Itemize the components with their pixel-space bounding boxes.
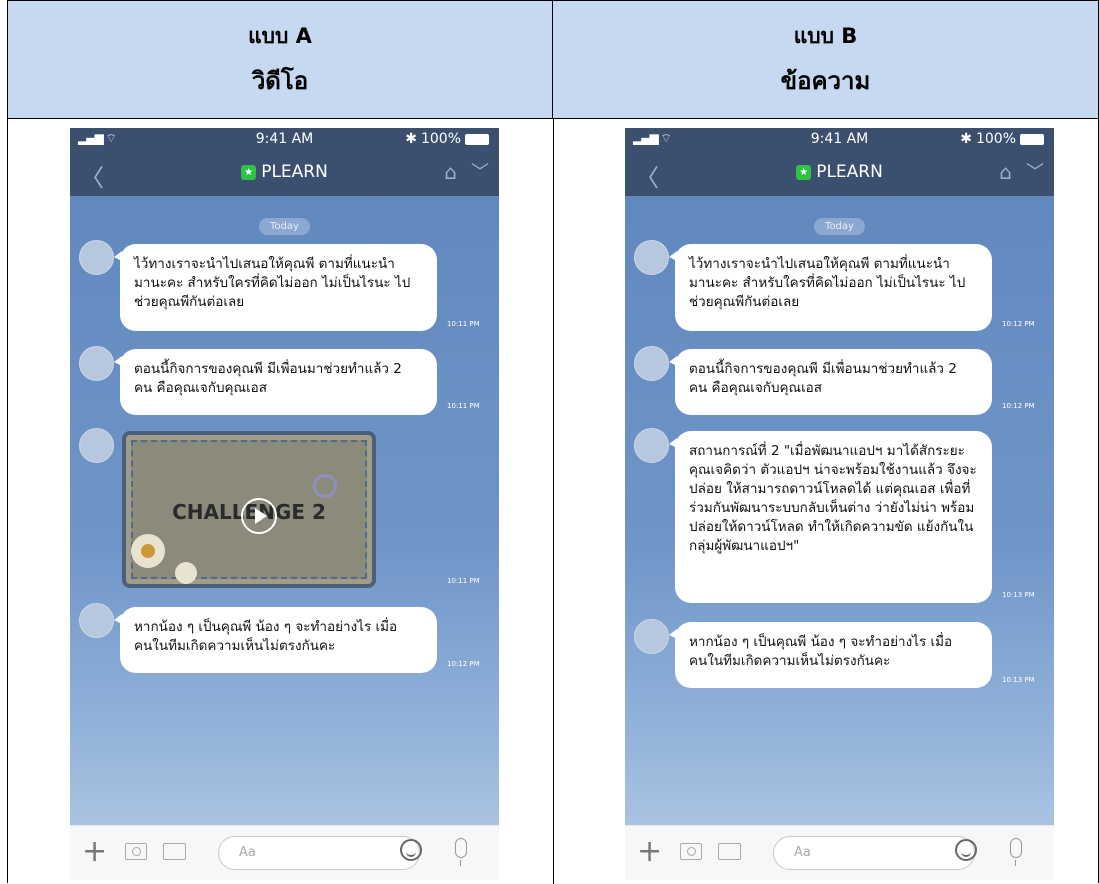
camera-icon[interactable] (125, 843, 147, 860)
home-icon[interactable]: ⌂ (444, 160, 457, 184)
date-separator: Today (625, 214, 1054, 235)
avatar[interactable] (634, 428, 669, 463)
chat-header: 〈 ★ PLEARN ⌂ ﹀ (70, 150, 499, 196)
bluetooth-icon: ✱ (960, 131, 972, 147)
message-time: 10:12 PM (447, 660, 480, 668)
status-bar: ▂▄▆ ⌔ 9:41 AM ✱ 100% (625, 128, 1054, 150)
battery-status: ✱ 100% (405, 131, 489, 147)
status-bar: ▂▄▆ ⌔ 9:41 AM ✱ 100% (70, 128, 499, 150)
avatar[interactable] (79, 346, 114, 381)
phone-screen-a: ▂▄▆ ⌔ 9:41 AM ✱ 100% 〈 ★ PLEARN ⌂ ﹀ Today… (70, 128, 499, 880)
chat-header: 〈 ★ PLEARN ⌂ ﹀ (625, 150, 1054, 196)
message-time: 10:11 PM (447, 402, 480, 410)
input-placeholder: Aa (239, 845, 256, 860)
avatar[interactable] (634, 240, 669, 275)
emoji-icon[interactable] (400, 839, 422, 861)
chevron-down-icon[interactable]: ﹀ (471, 158, 489, 184)
message-bubble: ตอนนี้กิจการของคุณพี มีเพื่อนมาช่วยทำแล้… (669, 349, 992, 415)
verified-shield-icon: ★ (796, 164, 812, 180)
emoji-icon[interactable] (955, 839, 977, 861)
video-message[interactable]: CHALLENGE 2 (122, 431, 376, 588)
battery-percent: 100% (975, 131, 1016, 147)
input-placeholder: Aa (794, 845, 811, 860)
chat-title-text: PLEARN (261, 162, 328, 182)
message-bubble: หากน้อง ๆ เป็นคุณพี น้อง ๆ จะทำอย่างไร เ… (669, 622, 992, 688)
message-bubble: ไว้ทางเราจะนำไปเสนอให้คุณพี ตามที่แนะนำ … (669, 244, 992, 331)
flower-decoration (131, 534, 165, 568)
battery-icon (1020, 133, 1044, 145)
battery-icon (465, 133, 489, 145)
verified-shield-icon: ★ (241, 164, 257, 180)
image-icon[interactable] (163, 843, 186, 860)
microphone-icon[interactable] (1010, 838, 1022, 866)
camera-icon[interactable] (680, 843, 702, 860)
message-input[interactable]: Aa (218, 836, 420, 870)
message-time: 10:12 PM (1002, 402, 1035, 410)
microphone-icon[interactable] (455, 838, 467, 866)
message-bubble: สถานการณ์ที่ 2 "เมื่อพัฒนาแอปฯ มาได้สักร… (669, 431, 992, 603)
column-b-header: แบบ B ข้อความ (553, 1, 1098, 119)
date-separator: Today (70, 214, 499, 235)
message-bubble: ตอนนี้กิจการของคุณพี มีเพื่อนมาช่วยทำแล้… (114, 349, 437, 415)
column-a-label: แบบ A (248, 23, 312, 48)
message-time: 10:13 PM (1002, 676, 1035, 684)
message-time: 10:13 PM (1002, 591, 1035, 599)
image-icon[interactable] (718, 843, 741, 860)
message-time: 10:11 PM (447, 320, 480, 328)
avatar[interactable] (79, 428, 114, 463)
bluetooth-icon: ✱ (405, 131, 417, 147)
input-bar: + Aa (70, 825, 499, 880)
chat-title-text: PLEARN (816, 162, 883, 182)
play-icon[interactable] (241, 498, 277, 534)
column-a-header: แบบ A วิดีโอ (8, 1, 553, 119)
avatar[interactable] (79, 240, 114, 275)
battery-percent: 100% (420, 131, 461, 147)
column-divider (553, 119, 554, 884)
avatar[interactable] (634, 619, 669, 654)
plus-icon[interactable]: + (637, 834, 662, 869)
plus-icon[interactable]: + (82, 834, 107, 869)
message-input[interactable]: Aa (773, 836, 975, 870)
battery-status: ✱ 100% (960, 131, 1044, 147)
message-time: 10:11 PM (447, 577, 480, 585)
message-bubble: ไว้ทางเราจะนำไปเสนอให้คุณพี ตามที่แนะนำ … (114, 244, 437, 331)
avatar[interactable] (79, 603, 114, 638)
input-bar: + Aa (625, 825, 1054, 880)
chat-title: ★ PLEARN (70, 162, 499, 182)
chat-title: ★ PLEARN (625, 162, 1054, 182)
chevron-down-icon[interactable]: ﹀ (1026, 158, 1044, 184)
column-b-title: ข้อความ (780, 66, 871, 95)
home-icon[interactable]: ⌂ (999, 160, 1012, 184)
phone-screen-b: ▂▄▆ ⌔ 9:41 AM ✱ 100% 〈 ★ PLEARN ⌂ ﹀ Today… (625, 128, 1054, 880)
magnifier-decoration (313, 474, 337, 498)
flower-decoration (175, 562, 197, 584)
message-bubble: หากน้อง ๆ เป็นคุณพี น้อง ๆ จะทำอย่างไร เ… (114, 607, 437, 673)
column-a-title: วิดีโอ (251, 66, 309, 95)
avatar[interactable] (634, 346, 669, 381)
column-b-label: แบบ B (793, 23, 858, 48)
message-time: 10:12 PM (1002, 320, 1035, 328)
